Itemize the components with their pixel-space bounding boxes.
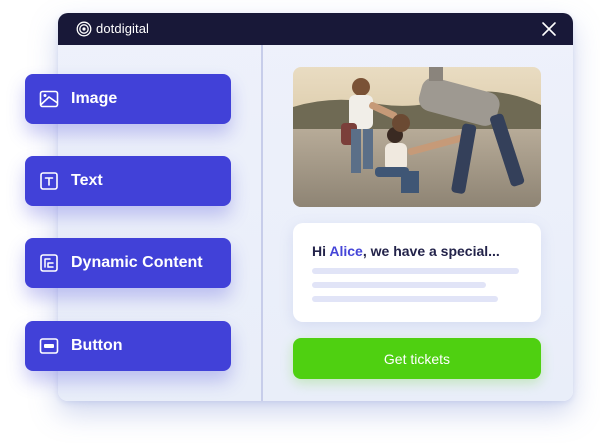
block-label: Button — [71, 337, 123, 354]
text-placeholder-line — [312, 268, 519, 274]
brand-name: dotdigital — [96, 21, 150, 36]
image-icon — [39, 90, 59, 108]
button-icon — [39, 338, 59, 354]
message-card: Hi Alice, we have a special... — [293, 223, 541, 322]
block-label: Image — [71, 90, 118, 107]
close-icon[interactable] — [541, 21, 557, 37]
block-label: Text — [71, 172, 103, 189]
preview-image — [293, 67, 541, 207]
text-placeholder-line — [312, 296, 498, 302]
get-tickets-label: Get tickets — [383, 350, 451, 367]
get-tickets-button[interactable]: Get tickets — [293, 338, 541, 379]
recipient-name: Alice — [329, 243, 363, 259]
block-image-button[interactable]: Image — [25, 74, 231, 124]
greeting-text: Hi Alice, we have a special... — [312, 243, 500, 259]
panel-divider — [261, 45, 263, 401]
dynamic-content-icon — [40, 254, 58, 272]
block-label: Dynamic Content — [71, 254, 203, 271]
greeting-suffix: , we have a special... — [362, 243, 500, 259]
block-dynamic-content-button[interactable]: Dynamic Content — [25, 238, 231, 288]
dotdigital-logo-icon — [76, 21, 92, 37]
block-text-button[interactable]: Text — [25, 156, 231, 206]
friends-photo-illustration — [293, 67, 541, 207]
block-button-button[interactable]: Button — [25, 321, 231, 371]
greeting-prefix: Hi — [312, 243, 330, 259]
text-placeholder-line — [312, 282, 486, 288]
text-icon — [40, 172, 58, 190]
title-bar: dotdigital — [58, 13, 573, 45]
